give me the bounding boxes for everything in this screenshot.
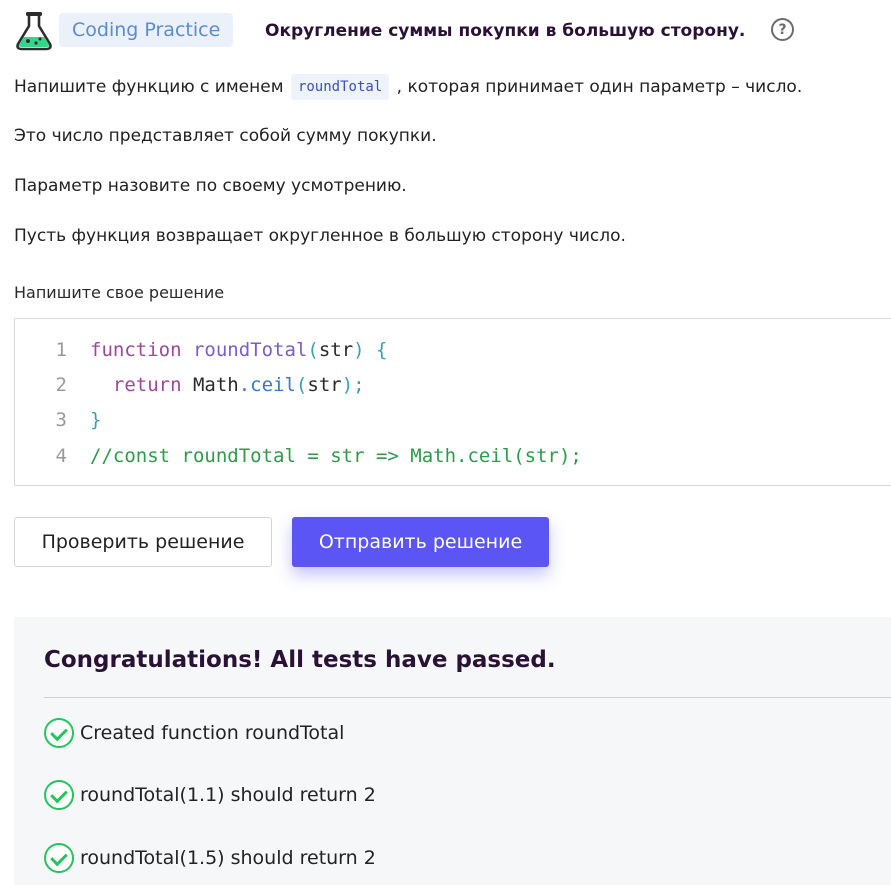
description-line-2: Это число представляет собой сумму покуп… <box>14 126 437 146</box>
check-circle-icon <box>44 843 74 873</box>
header: Coding Practice Округление суммы покупки… <box>0 0 891 62</box>
results-title: Congratulations! All tests have passed. <box>44 647 556 673</box>
test-result-text: Created function roundTotal <box>80 722 345 744</box>
description-line-1: Напишите функцию с именем roundTotal , к… <box>14 74 802 100</box>
code-token: return <box>90 374 182 396</box>
line-number: 1 <box>55 339 67 361</box>
line-number: 2 <box>55 374 67 396</box>
divider <box>44 697 891 698</box>
description-text: Напишите функцию с именем <box>14 77 284 97</box>
check-circle-icon <box>44 718 74 748</box>
flask-icon <box>16 12 52 51</box>
check-circle-icon <box>44 780 74 810</box>
code-text: function roundTotal(str) { <box>90 334 387 366</box>
check-solution-button[interactable]: Проверить решение <box>14 517 272 567</box>
code-token: str <box>318 339 354 361</box>
code-token: } <box>90 409 102 431</box>
test-result-text: roundTotal(1.1) should return 2 <box>80 784 376 806</box>
editor-label: Напишите свое решение <box>14 283 225 302</box>
description-line-4: Пусть функция возвращает округленное в б… <box>14 226 626 246</box>
code-token: ) { <box>353 339 388 361</box>
code-token: ); <box>341 374 365 396</box>
results-panel: Congratulations! All tests have passed. … <box>14 617 891 885</box>
description-line-3: Параметр назовите по своему усмотрению. <box>14 176 407 196</box>
submit-solution-button[interactable]: Отправить решение <box>292 517 549 567</box>
code-token: ( <box>295 374 308 396</box>
code-text: return Math.ceil(str); <box>90 369 365 401</box>
line-number: 4 <box>55 445 67 467</box>
code-token: str <box>307 374 342 396</box>
inline-code: roundTotal <box>290 74 390 100</box>
code-token: //const roundTotal = str => Math.ceil(st… <box>90 445 582 467</box>
page-title: Округление суммы покупки в большую сторо… <box>265 21 746 41</box>
code-editor[interactable]: 1 function roundTotal(str) {2 return Math… <box>14 318 891 486</box>
code-token: .ceil <box>238 374 296 396</box>
code-token: roundTotal <box>192 339 308 361</box>
code-token: Math <box>181 374 239 396</box>
code-token: ( <box>307 339 319 361</box>
line-number: 3 <box>55 409 67 431</box>
test-result-text: roundTotal(1.5) should return 2 <box>80 847 376 869</box>
description-text: , которая принимает один параметр – числ… <box>396 77 803 97</box>
help-icon[interactable]: ? <box>771 18 794 41</box>
code-text: } <box>90 404 101 436</box>
code-text: //const roundTotal = str => Math.ceil(st… <box>90 440 582 472</box>
code-token: function <box>90 339 182 361</box>
category-tag: Coding Practice <box>59 13 234 47</box>
